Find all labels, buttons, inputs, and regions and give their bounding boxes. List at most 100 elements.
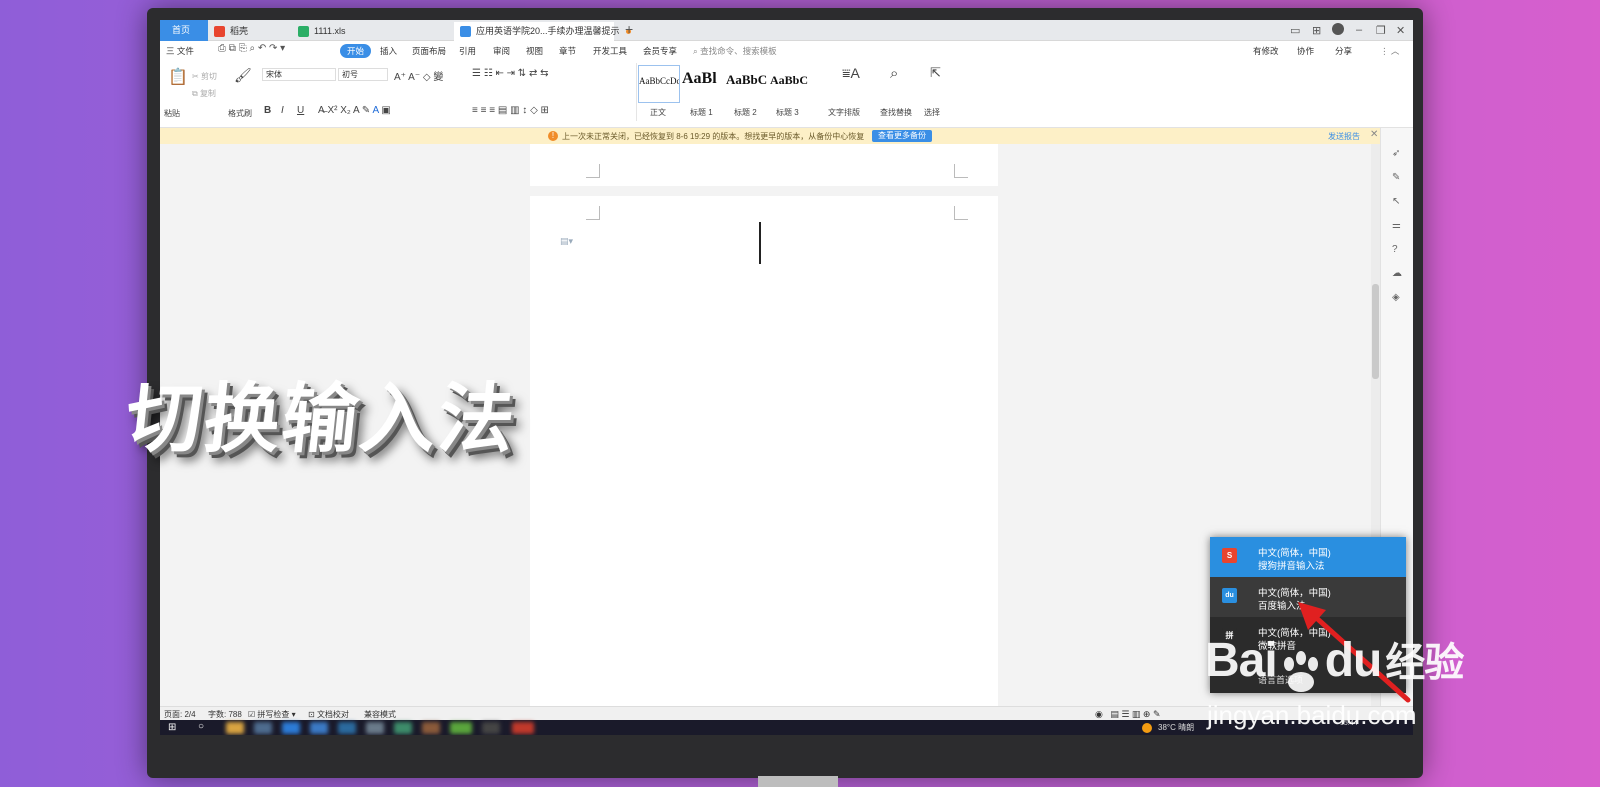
menu-start[interactable]: 开始 xyxy=(340,44,372,58)
minimize-icon[interactable]: – xyxy=(1356,24,1362,36)
menu-review[interactable]: 审阅 xyxy=(493,45,510,57)
taskbar-app-icon[interactable] xyxy=(282,722,300,734)
paste-label[interactable]: 粘贴 xyxy=(164,108,180,119)
page-count[interactable]: 页面: 2/4 xyxy=(164,709,196,720)
font-tools-icons[interactable]: A⁺ A⁻ ◇ 變 xyxy=(394,68,443,83)
style-normal[interactable]: AaBbCcDd xyxy=(638,65,680,103)
copy-label: 复制 xyxy=(199,89,216,98)
layout-icon[interactable]: ▭ xyxy=(1290,24,1300,37)
more-icon[interactable]: ⋮ ︿ xyxy=(1380,45,1399,57)
map-icon[interactable]: ◈ xyxy=(1392,292,1400,303)
document-icon xyxy=(460,26,471,37)
share-button[interactable]: 分享 xyxy=(1335,45,1352,57)
menu-view[interactable]: 视图 xyxy=(526,45,543,57)
menu-member[interactable]: 会员专享 xyxy=(643,45,677,57)
list-tools-icons[interactable]: ☰ ☷ ⇤ ⇥ ⇅ ⇄ ⇆ xyxy=(472,68,549,79)
text-layout-button[interactable]: 文字排版 xyxy=(828,107,860,118)
quick-toolbar-icons[interactable]: ⎙ ⧉ ⎘ ⌕ ↶ ↷ ▾ xyxy=(218,43,285,54)
proofread-button[interactable]: ⊡ 文档校对 xyxy=(308,709,349,720)
tab-daoke-label: 稻壳 xyxy=(230,26,249,36)
baidu-watermark: Bai du 经验 jingyan.baidu.com xyxy=(1205,630,1464,730)
font-effects-icons[interactable]: A̶ X² X₂ A ✎ A ▣ xyxy=(318,105,391,116)
view-backups-button[interactable]: 查看更多备份 xyxy=(872,130,932,142)
weather-sun-icon xyxy=(1142,723,1152,733)
tab-bar: 首页 稻壳 1111.xls 应用英语学院20...手续办理温馨提示 + ▭ ⊞… xyxy=(160,20,1413,41)
underline-icon[interactable]: U xyxy=(297,105,304,116)
tab-daoke[interactable]: 稻壳 xyxy=(208,22,290,41)
document-page[interactable] xyxy=(530,144,998,186)
spellcheck-label: 拼写检查 xyxy=(257,710,290,719)
close-icon[interactable]: ✕ xyxy=(1396,24,1405,37)
italic-icon[interactable]: I xyxy=(281,105,284,116)
rocket-icon[interactable]: ➶ xyxy=(1392,148,1400,159)
spellcheck-button[interactable]: ☑ 拼写检查 ▾ xyxy=(248,709,296,720)
command-search[interactable]: ⌕ 查找命令、搜索模板 xyxy=(693,45,777,57)
divider xyxy=(636,63,637,121)
select-button[interactable]: 选择 xyxy=(924,107,940,118)
menu-chapter[interactable]: 章节 xyxy=(559,45,576,57)
send-report-link[interactable]: 发送报告 xyxy=(1328,131,1360,142)
ime-option-sogou[interactable]: S 中文(简体，中国) 搜狗拼音输入法 xyxy=(1210,537,1406,577)
word-count[interactable]: 字数: 788 xyxy=(208,709,242,720)
copy-button[interactable]: ⧉ 复制 xyxy=(192,88,216,99)
recovery-notice-text: 上一次未正常关闭，已经恢复到 8-6 19:29 的版本。想找更早的版本，从备份… xyxy=(562,132,865,141)
font-family-select[interactable]: 宋体 xyxy=(262,68,336,81)
sliders-icon[interactable]: ⚌ xyxy=(1392,220,1401,231)
taskbar-app-icon[interactable] xyxy=(450,722,472,734)
find-replace-button[interactable]: 查找替换 xyxy=(880,107,912,118)
font-size-select[interactable]: 初号 xyxy=(338,68,388,81)
taskbar-app-icon[interactable] xyxy=(310,722,328,734)
text-layout-icon[interactable]: ⩸A xyxy=(842,65,860,82)
taskbar-app-icon[interactable] xyxy=(482,722,500,734)
avatar[interactable] xyxy=(1332,23,1344,35)
format-painter-label[interactable]: 格式刷 xyxy=(228,108,252,119)
weather-text[interactable]: 38°C 晴朗 xyxy=(1158,722,1194,733)
cursor-icon[interactable]: ↖ xyxy=(1392,196,1400,207)
menu-file[interactable]: 三 文件 xyxy=(166,45,194,57)
taskbar-app-icon[interactable] xyxy=(254,722,272,734)
paragraph-handle-icon[interactable]: ▤▾ xyxy=(560,236,573,247)
taskbar-app-icon[interactable] xyxy=(422,722,440,734)
maximize-icon[interactable]: ❐ xyxy=(1376,24,1386,37)
watermark-url: jingyan.baidu.com xyxy=(1207,700,1417,730)
modified-button[interactable]: 有修改 xyxy=(1253,45,1279,57)
pen-icon[interactable]: ✎ xyxy=(1392,172,1400,183)
style-heading2[interactable]: AaBbC xyxy=(726,65,768,103)
menu-insert[interactable]: 插入 xyxy=(380,45,397,57)
tab-xls[interactable]: 1111.xls xyxy=(292,22,452,41)
tab-home[interactable]: 首页 xyxy=(160,20,208,41)
taskbar-app-icon[interactable] xyxy=(226,722,244,734)
document-page-current[interactable]: ▤▾ xyxy=(530,196,998,706)
find-replace-icon[interactable]: ⌕ xyxy=(890,65,898,82)
menu-references[interactable]: 引用 xyxy=(459,45,476,57)
paste-icon[interactable]: 📋 xyxy=(168,67,188,87)
windows-start-icon[interactable]: ⊞ xyxy=(168,722,176,733)
view-mode-icons[interactable]: ◉ ▤ ☰ ▥ ⊕ ✎ xyxy=(1095,709,1161,720)
align-tools-icons[interactable]: ≡ ≡ ≡ ▤ ▥ ↕ ◇ ⊞ xyxy=(472,105,549,116)
style-heading1[interactable]: AaBl xyxy=(682,65,724,103)
bold-icon[interactable]: B xyxy=(264,105,271,116)
menu-page-layout[interactable]: 页面布局 xyxy=(412,45,446,57)
taskbar-app-icon[interactable] xyxy=(394,722,412,734)
tab-document[interactable]: 应用英语学院20...手续办理温馨提示 xyxy=(454,22,631,41)
help-icon[interactable]: ? xyxy=(1392,244,1398,255)
style-heading3[interactable]: AaBbC xyxy=(770,65,812,103)
select-icon[interactable]: ⇱ xyxy=(930,65,941,81)
cut-button[interactable]: ✂ 剪切 xyxy=(192,71,217,82)
scrollbar-thumb[interactable] xyxy=(1372,284,1379,379)
cloud-icon[interactable]: ☁ xyxy=(1392,268,1402,279)
spreadsheet-icon xyxy=(298,26,309,37)
search-circle-icon[interactable]: ○ xyxy=(198,721,204,732)
format-painter-icon[interactable]: 🖌 xyxy=(234,67,252,84)
new-tab-button[interactable]: + xyxy=(625,21,633,37)
notice-close-icon[interactable]: ✕ xyxy=(1370,129,1378,140)
tutorial-caption: 切换输入法 xyxy=(121,374,521,463)
cut-label: 剪切 xyxy=(200,72,217,81)
apps-grid-icon[interactable]: ⊞ xyxy=(1312,24,1321,37)
collaborate-button[interactable]: 协作 xyxy=(1297,45,1314,57)
taskbar-app-icon[interactable] xyxy=(366,722,384,734)
taskbar-app-icon[interactable] xyxy=(338,722,356,734)
daoke-icon xyxy=(214,26,225,37)
menu-developer[interactable]: 开发工具 xyxy=(593,45,627,57)
taskbar-app-icon[interactable] xyxy=(512,722,534,734)
